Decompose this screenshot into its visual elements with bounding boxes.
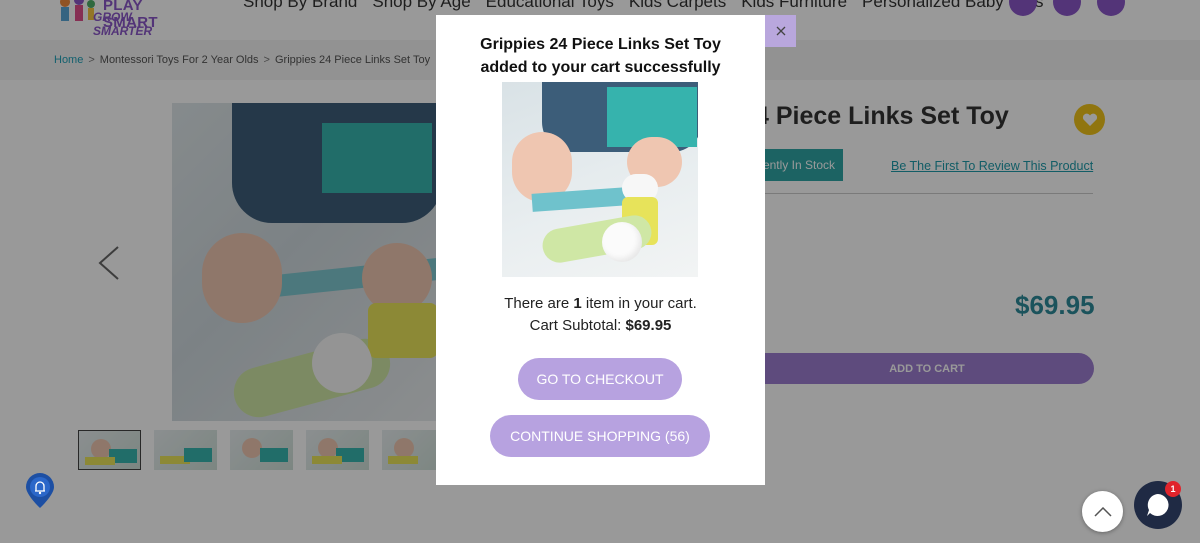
cart-summary: There are 1 item in your cart. Cart Subt…: [436, 293, 765, 337]
continue-shopping-button[interactable]: CONTINUE SHOPPING (56): [490, 415, 710, 457]
modal-close-button[interactable]: [765, 15, 796, 47]
close-icon: [776, 26, 785, 36]
scroll-to-top-button[interactable]: [1082, 491, 1123, 532]
chevron-up-icon: [1093, 506, 1112, 517]
cart-item-count-line: There are 1 item in your cart.: [504, 295, 697, 312]
chat-icon: [1147, 494, 1169, 516]
added-to-cart-modal: Grippies 24 Piece Links Set Toy added to…: [436, 15, 765, 485]
modal-title-line1: Grippies 24 Piece Links Set Toy: [480, 36, 721, 53]
notification-bell-badge[interactable]: [25, 473, 55, 509]
bell-icon: [26, 473, 54, 508]
modal-title: Grippies 24 Piece Links Set Toy added to…: [436, 33, 765, 79]
cart-subtotal-line: Cart Subtotal: $69.95: [529, 317, 672, 334]
cart-item-count: 1: [573, 295, 582, 312]
chat-unread-badge: 1: [1165, 481, 1181, 497]
go-to-checkout-button[interactable]: GO TO CHECKOUT: [518, 358, 682, 400]
cart-subtotal-value: $69.95: [625, 317, 672, 334]
modal-product-image: [502, 82, 698, 277]
modal-title-line2: added to your cart successfully: [480, 59, 721, 76]
